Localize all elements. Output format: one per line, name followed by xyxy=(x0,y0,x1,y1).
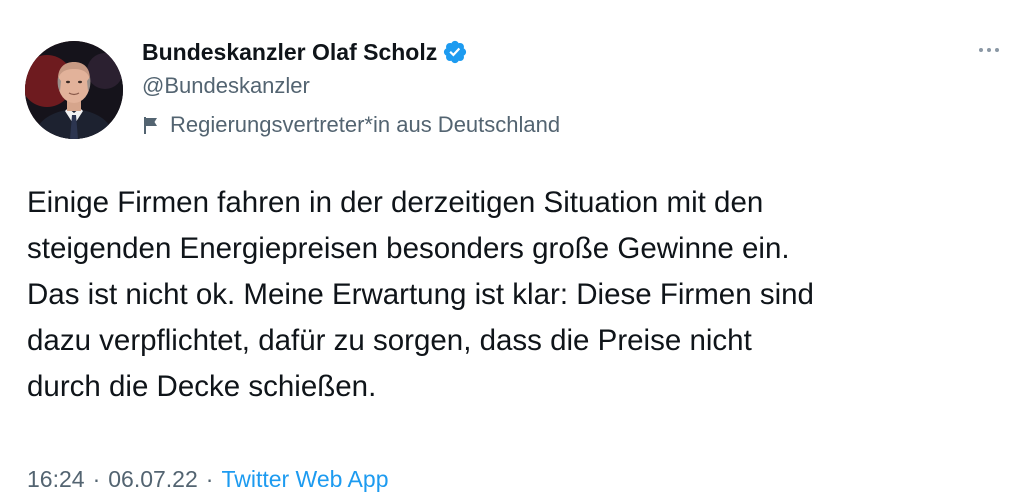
tweet-date[interactable]: 06.07.22 xyxy=(108,466,198,493)
meta-separator: · xyxy=(205,465,214,492)
tweet-text-line: dazu verpflichtet, dafür zu sorgen, dass… xyxy=(27,324,752,357)
tweet-text-line: steigenden Energiepreisen besonders groß… xyxy=(27,232,790,265)
tweet-source-link[interactable]: Twitter Web App xyxy=(221,466,388,493)
flag-icon xyxy=(142,115,160,135)
avatar[interactable] xyxy=(25,41,123,139)
author-name-row: Bundeskanzler Olaf Scholz xyxy=(142,34,468,70)
tweet-time[interactable]: 16:24 xyxy=(27,466,85,493)
government-label: Regierungsvertreter*in aus Deutschland xyxy=(142,110,560,140)
tweet-meta: 16:24 · 06.07.22 · Twitter Web App xyxy=(27,462,388,496)
author-handle[interactable]: @Bundeskanzler xyxy=(142,73,310,99)
tweet-text-line: Das ist nicht ok. Meine Erwartung ist kl… xyxy=(27,278,814,311)
author-display-name[interactable]: Bundeskanzler Olaf Scholz xyxy=(142,39,437,66)
tweet-text-line: Einige Firmen fahren in der derzeitigen … xyxy=(27,186,764,219)
government-label-text[interactable]: Regierungsvertreter*in aus Deutschland xyxy=(170,112,560,138)
more-options-icon[interactable] xyxy=(972,38,1006,62)
tweet-card: Bundeskanzler Olaf Scholz @Bundeskanzler… xyxy=(0,0,1024,498)
tweet-text-line: durch die Decke schießen. xyxy=(27,370,377,403)
tweet-text: Einige Firmen fahren in der derzeitigen … xyxy=(27,180,1017,410)
meta-separator: · xyxy=(92,465,101,492)
avatar-photo xyxy=(25,41,123,139)
verified-badge-icon xyxy=(442,39,468,65)
